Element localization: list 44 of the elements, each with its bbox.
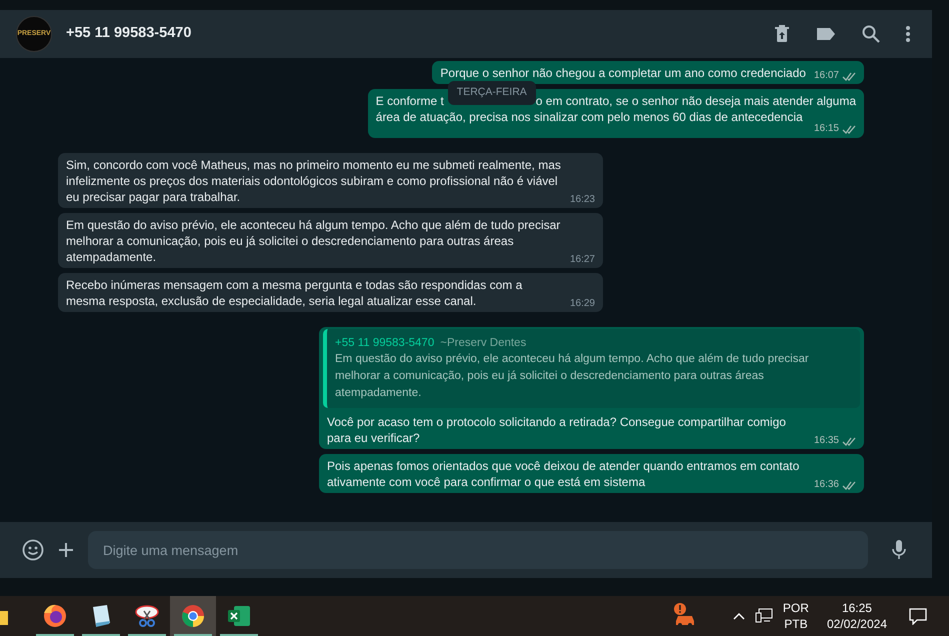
- language-code: POR: [782, 600, 809, 616]
- network-icon[interactable]: [754, 608, 773, 624]
- message-input[interactable]: Digite uma mensagem: [88, 531, 868, 569]
- plus-icon[interactable]: [58, 542, 74, 558]
- clock[interactable]: 16:25 02/02/2024: [826, 600, 887, 632]
- clock-time: 16:25: [842, 600, 872, 616]
- quote-text: Em questão do aviso prévio, ele aconteceu há algum tempo. Acho que além de tudo precisar melhorar a comunicação, pois eu já solicitei o descredenciamento para outras áreas atempadamente.: [335, 352, 810, 401]
- message-time: 16:29: [570, 298, 595, 310]
- message-time: 16:27: [570, 254, 595, 266]
- message-text: o em contrato, se o senhor não deseja mais atender alguma: [536, 94, 856, 108]
- quote-author-name: ~Preserv Dentes: [440, 337, 526, 349]
- contact-name: +55 11 99583-5470: [66, 24, 192, 44]
- search-icon[interactable]: [862, 25, 880, 43]
- chevron-up-icon[interactable]: [732, 612, 745, 620]
- quote-author: +55 11 99583-5470: [335, 337, 434, 349]
- message-text: Sim, concordo com você Matheus, mas no primeiro momento eu me submeti realmente, mas infelizmente os preços dos materiais odontológicos subiram e como profissional não é viável eu precisar pagar para trabalhar.: [66, 157, 562, 205]
- message-time: 16:23: [570, 194, 595, 206]
- chrome-icon: [180, 603, 206, 629]
- message-text: Você por acaso tem o protocolo solicitando a retirada? Consegue compartilhar comigo para eu verificar?: [327, 414, 787, 446]
- firefox-icon: [42, 603, 68, 629]
- message-time: 16:35: [814, 435, 839, 447]
- message-text: Pois apenas fomos orientados que você deixou de atender quando entramos em contato ativamente com você para confirmar o que está em sistema: [327, 458, 800, 490]
- microphone-icon[interactable]: [892, 540, 906, 560]
- message-text: área de atuação, precisa nos sinalizar com pelo menos 60 dias de antecedencia: [376, 109, 804, 125]
- chrome-app[interactable]: [170, 596, 216, 636]
- message-time: 16:15: [814, 123, 839, 135]
- message-text: Recebo inúmeras mensagem com a mesma pergunta e todas são respondidas com a mesma resposta, exclusão de especialidade, seria legal atualizar esse canal.: [66, 277, 524, 309]
- menu-icon[interactable]: [906, 26, 910, 42]
- language-code: PTB: [784, 616, 808, 632]
- trash-icon[interactable]: [774, 25, 790, 43]
- notification-icon[interactable]: [909, 608, 927, 624]
- message-time: 16:36: [814, 479, 839, 491]
- message-text: Em questão do aviso prévio, ele aconteceu há algum tempo. Acho que além de tudo precisar melhorar a comunicação, pois eu já solicitei o descredenciamento para outras áreas atempadamente.: [66, 217, 562, 265]
- language-indicator[interactable]: POR PTB: [782, 600, 809, 632]
- spreadsheet-icon: [226, 603, 252, 629]
- emoji-icon[interactable]: [22, 539, 44, 561]
- clock-date: 02/02/2024: [826, 616, 887, 632]
- message-text: E conforme t: [376, 94, 444, 108]
- message-text: Porque o senhor não chegou a completar um ano como credenciado: [440, 65, 806, 81]
- scissors-icon: [134, 603, 160, 629]
- quoted-message[interactable]: [323, 329, 860, 408]
- label-icon[interactable]: [816, 27, 836, 41]
- message-time: 16:07: [814, 70, 839, 82]
- date-chip: TERÇA-FEIRA: [448, 81, 536, 105]
